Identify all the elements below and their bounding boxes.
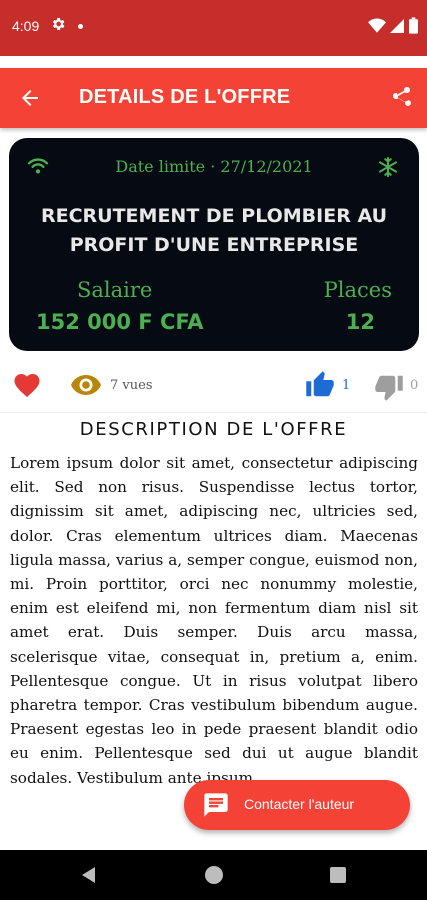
nav-back-icon[interactable] xyxy=(80,866,98,884)
places-label: Places xyxy=(323,278,392,302)
message-icon xyxy=(204,793,228,817)
deadline: Date limite · 27/12/2021 xyxy=(115,157,313,176)
status-time: 4:09 xyxy=(12,18,40,34)
offer-title: RECRUTEMENT DE PLOMBIER AU PROFIT D'UNE … xyxy=(40,205,388,256)
contact-author-button[interactable]: Contacter l'auteur xyxy=(184,780,410,830)
thumb-up-icon[interactable] xyxy=(305,370,335,400)
salary-label: Salaire xyxy=(77,278,153,302)
eye-icon xyxy=(71,375,101,395)
battery-icon xyxy=(409,17,418,34)
places-value: 12 xyxy=(345,310,375,334)
description-heading: DESCRIPTION DE L'OFFRE xyxy=(79,419,348,440)
contact-author-label: Contacter l'auteur xyxy=(244,796,355,812)
nav-home-icon[interactable] xyxy=(205,866,223,884)
share-icon[interactable] xyxy=(389,85,413,109)
thumb-down-icon[interactable] xyxy=(374,372,404,402)
signal-icon xyxy=(390,19,404,33)
system-nav-bar xyxy=(0,850,427,900)
offer-card: Date limite · 27/12/2021 RECRUTEMENT DE … xyxy=(9,138,419,351)
dislikes-count: 0 xyxy=(410,378,419,393)
page-title: DETAILS DE L'OFFRE xyxy=(79,86,291,108)
app-bar: DETAILS DE L'OFFRE xyxy=(0,68,427,128)
settings-icon xyxy=(52,18,65,30)
offer-stats: 7 vues 1 0 xyxy=(0,366,427,406)
snowflake-icon xyxy=(379,156,397,178)
notification-dot xyxy=(78,24,83,29)
arrow-back-icon[interactable] xyxy=(18,86,42,110)
likes-count: 1 xyxy=(342,378,351,393)
favorite-icon[interactable] xyxy=(12,370,42,398)
nav-recents-icon[interactable] xyxy=(330,867,346,883)
salary-value: 152 000 F CFA xyxy=(36,310,204,334)
wifi-icon xyxy=(368,18,386,33)
status-bar: 4:09 xyxy=(0,0,427,56)
views-count: 7 vues xyxy=(110,378,153,393)
divider xyxy=(0,412,427,413)
